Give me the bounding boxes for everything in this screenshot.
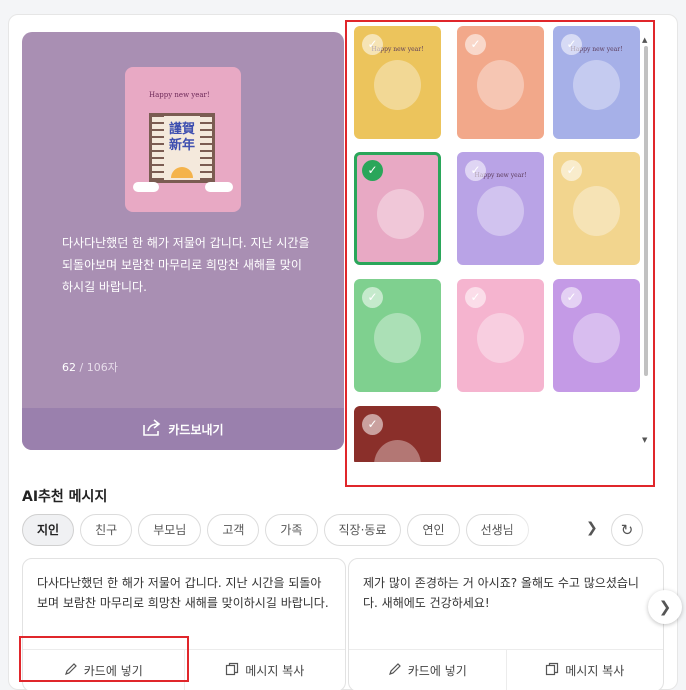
message-card-2: 제가 많이 존경하는 거 아시죠? 올해도 수고 많으셨습니다. 새해에도 건강… <box>348 558 664 690</box>
insert-to-card-button[interactable]: 카드에 넣기 <box>349 650 506 690</box>
check-icon[interactable]: ✓ <box>362 160 383 181</box>
ornament-icon <box>374 60 421 110</box>
tabs-fade <box>506 514 586 546</box>
gift-wrap-icon <box>477 313 524 363</box>
template-tile[interactable]: ✓ <box>354 152 441 265</box>
send-card-label: 카드보내기 <box>168 422 224 437</box>
pouch-icon <box>573 313 620 363</box>
template-tile[interactable]: ✓ <box>553 152 640 265</box>
tabs-next-icon[interactable]: ❯ <box>586 520 598 536</box>
tab-2[interactable]: 부모님 <box>138 514 202 546</box>
copy-label: 메시지 복사 <box>565 664 625 678</box>
insert-label: 카드에 넣기 <box>407 664 467 678</box>
lattice-left <box>152 116 164 180</box>
door-icon <box>377 189 424 239</box>
refresh-icon[interactable]: ↻ <box>611 514 643 546</box>
magpie-icon <box>573 60 620 110</box>
template-tile[interactable]: ✓ <box>354 279 441 392</box>
next-message-icon[interactable]: ❯ <box>648 590 682 624</box>
tab-6[interactable]: 연인 <box>407 514 460 546</box>
template-tile[interactable]: Happy new year! ✓ <box>553 26 640 139</box>
shopping-bag-icon <box>573 186 620 236</box>
number-2023-icon <box>374 313 421 363</box>
cloud-icon <box>133 182 159 192</box>
check-icon[interactable]: ✓ <box>561 34 582 55</box>
tab-4[interactable]: 가족 <box>265 514 318 546</box>
check-icon[interactable]: ✓ <box>465 287 486 308</box>
scroll-up-icon[interactable]: ▲ <box>642 36 647 44</box>
lattice-right <box>200 116 212 180</box>
tab-5[interactable]: 직장·동료 <box>323 514 402 546</box>
template-tile[interactable]: ✓ <box>457 26 544 139</box>
copy-message-button[interactable]: 메시지 복사 <box>505 650 664 690</box>
template-tile[interactable]: Happy new year! ✓ <box>457 152 544 265</box>
tab-3[interactable]: 고객 <box>207 514 260 546</box>
check-icon[interactable]: ✓ <box>362 414 383 435</box>
preview-message: 다사다난했던 한 해가 저물어 갑니다. 지난 시간을 되돌아보며 보람찬 마무… <box>62 236 310 294</box>
copy-message-button[interactable]: 메시지 복사 <box>183 650 346 690</box>
pencil-icon <box>388 662 402 679</box>
message-text: 다사다난했던 한 해가 저물어 갑니다. 지난 시간을 되돌아보며 보람찬 마무… <box>37 576 329 610</box>
template-tile[interactable]: ✓ <box>553 279 640 392</box>
copy-label: 메시지 복사 <box>245 664 305 678</box>
card-chars: 謹賀新年 <box>168 122 195 153</box>
pencil-icon <box>64 662 78 679</box>
template-scrollbar[interactable]: ▲ ▼ <box>642 36 650 456</box>
template-grid-panel: Happy new year! ✓ ✓ Happy new year! ✓ ✓ Happy … <box>354 26 664 493</box>
card-preview: Happy new year! 謹賀新年 다사다난했던 한 해가 저물어 갑니다… <box>22 32 344 450</box>
copy-icon <box>545 662 559 679</box>
template-grid: Happy new year! ✓ ✓ Happy new year! ✓ ✓ Happy … <box>354 26 654 462</box>
check-icon[interactable]: ✓ <box>561 287 582 308</box>
message-text: 제가 많이 존경하는 거 아시죠? 올해도 수고 많으셨습니다. 새해에도 건강… <box>363 576 639 610</box>
card-thumbnail: Happy new year! 謹賀新年 <box>125 67 241 212</box>
message-actions: 카드에 넣기 메시지 복사 <box>349 649 663 690</box>
check-icon[interactable]: ✓ <box>362 34 383 55</box>
insert-to-card-button[interactable]: 카드에 넣기 <box>23 650 184 690</box>
character-icon <box>374 440 421 462</box>
check-icon[interactable]: ✓ <box>561 160 582 181</box>
char-count-current: 62 <box>62 361 76 374</box>
tab-1[interactable]: 친구 <box>80 514 133 546</box>
insert-label: 카드에 넣기 <box>83 664 143 678</box>
sunrise-icon <box>477 186 524 236</box>
template-tile[interactable]: ✓ <box>354 406 441 462</box>
check-icon[interactable]: ✓ <box>465 34 486 55</box>
share-icon <box>142 418 162 440</box>
scroll-thumb[interactable] <box>644 46 648 376</box>
copy-icon <box>225 662 239 679</box>
send-card-button[interactable]: 카드보내기 <box>22 408 344 450</box>
card-greeting: Happy new year! <box>149 91 210 99</box>
message-actions: 카드에 넣기 메시지 복사 <box>23 649 345 690</box>
char-count: 62 / 106자 <box>62 359 118 375</box>
lucky-bag-icon <box>477 60 524 110</box>
template-tile[interactable]: Happy new year! ✓ <box>354 26 441 139</box>
tab-0[interactable]: 지인 <box>22 514 75 546</box>
scroll-down-icon[interactable]: ▼ <box>642 436 647 444</box>
message-card-1: 다사다난했던 한 해가 저물어 갑니다. 지난 시간을 되돌아보며 보람찬 마무… <box>22 558 346 690</box>
check-icon[interactable]: ✓ <box>465 160 486 181</box>
ai-category-tabs: 지인 친구 부모님 고객 가족 직장·동료 연인 선생님 <box>22 514 582 546</box>
template-tile[interactable]: ✓ <box>457 279 544 392</box>
cloud-icon <box>205 182 233 192</box>
ai-section-title: AI추천 메시지 <box>22 489 108 505</box>
check-icon[interactable]: ✓ <box>362 287 383 308</box>
char-count-max: / 106자 <box>76 361 118 374</box>
